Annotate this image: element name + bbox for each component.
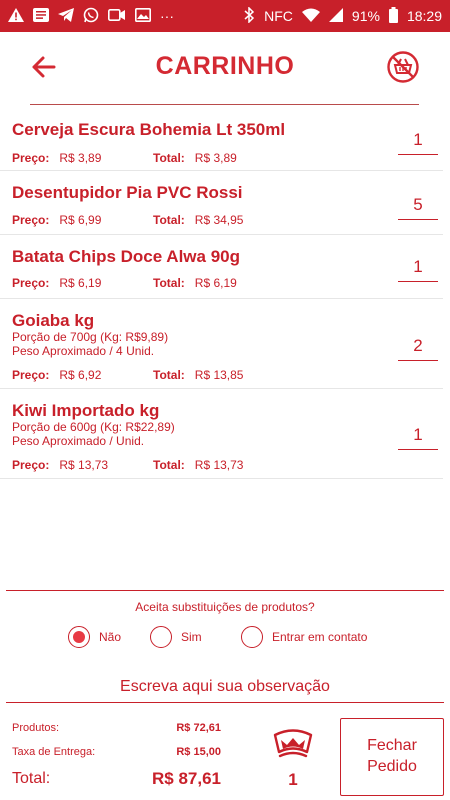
- app-header: CARRINHO: [0, 32, 450, 106]
- item-name: Cerveja Escura Bohemia Lt 350ml: [12, 120, 286, 139]
- price-row: Preço: R$ 6,92: [12, 368, 101, 382]
- price-value: R$ 6,92: [59, 368, 102, 382]
- delivery-fee-value: R$ 15,00: [176, 746, 221, 758]
- total-label: Total:: [153, 213, 185, 227]
- products-label: Produtos:: [12, 722, 60, 734]
- radio-sim[interactable]: Sim: [150, 626, 202, 648]
- bluetooth-icon: [243, 6, 255, 25]
- clear-cart-icon: [387, 51, 419, 83]
- radio-label: Não: [99, 630, 122, 644]
- cart-item[interactable]: Batata Chips Doce Alwa 90g Preço: R$ 6,19…: [0, 235, 443, 299]
- total-label: Total:: [153, 151, 185, 165]
- message-icon: [33, 8, 49, 24]
- item-name: Desentupidor Pia PVC Rossi: [12, 183, 243, 202]
- weight-note: Peso Aproximado / Unid.: [12, 434, 145, 448]
- total-row: Total: R$ 6,19: [153, 276, 237, 290]
- quantity-field[interactable]: 2: [398, 336, 438, 361]
- total-label: Total:: [12, 770, 51, 787]
- observation-field[interactable]: Escreva aqui sua observação: [0, 678, 450, 696]
- substitution-divider: [6, 590, 444, 591]
- price-label: Preço:: [12, 213, 50, 227]
- total-value: R$ 13,73: [194, 458, 244, 472]
- crown-count: 1: [288, 770, 298, 789]
- radio-circle: [241, 626, 263, 648]
- crown-icon: [272, 728, 314, 760]
- price-row: Preço: R$ 6,99: [12, 213, 101, 227]
- cart-item[interactable]: Kiwi Importado kg Porção de 600g (Kg: R$…: [0, 389, 443, 479]
- price-label: Preço:: [12, 458, 50, 472]
- video-icon: [108, 8, 126, 24]
- battery-icon: [388, 7, 398, 25]
- price-row: Preço: R$ 13,73: [12, 458, 108, 472]
- cart-item[interactable]: Cerveja Escura Bohemia Lt 350ml Preço: R$…: [0, 108, 443, 171]
- substitution-radio-group: Não Sim Entrar em contato: [0, 626, 450, 652]
- warning-icon: [8, 8, 24, 24]
- radio-entrar-em-contato[interactable]: Entrar em contato: [241, 626, 367, 648]
- total-value: R$ 3,89: [194, 151, 237, 165]
- total-label: Total:: [153, 458, 185, 472]
- price-value: R$ 3,89: [59, 151, 102, 165]
- radio-circle: [150, 626, 172, 648]
- price-label: Preço:: [12, 276, 50, 290]
- cart-item[interactable]: Desentupidor Pia PVC Rossi Preço: R$ 6,99…: [0, 171, 443, 235]
- close-order-button[interactable]: Fechar Pedido: [340, 718, 444, 796]
- radio-nao[interactable]: Não: [68, 626, 121, 648]
- weight-note: Peso Aproximado / 4 Unid.: [12, 344, 155, 358]
- total-value: R$ 34,95: [194, 213, 244, 227]
- total-value: R$ 6,19: [194, 276, 237, 290]
- close-order-line1: Fechar: [367, 737, 417, 755]
- total-label: Total:: [153, 276, 185, 290]
- image-icon: [135, 8, 151, 24]
- observation-underline: [6, 702, 444, 703]
- portion-note: Porção de 700g (Kg: R$9,89): [12, 330, 169, 344]
- item-name: Kiwi Importado kg: [12, 401, 160, 420]
- clock: 18:29: [406, 8, 442, 24]
- battery-percent: 91%: [351, 8, 380, 24]
- portion-note: Porção de 600g (Kg: R$22,89): [12, 420, 175, 434]
- price-value: R$ 13,73: [59, 458, 109, 472]
- total-value: R$ 87,61: [152, 769, 221, 788]
- total-row: Total: R$ 34,95: [153, 213, 243, 227]
- total-value: R$ 13,85: [194, 368, 244, 382]
- status-bar: ··· NFC 91% 18:29: [0, 0, 450, 32]
- delivery-fee-label: Taxa de Entrega:: [12, 746, 96, 758]
- products-value: R$ 72,61: [176, 722, 221, 734]
- price-row: Preço: R$ 3,89: [12, 151, 101, 165]
- nfc-icon: NFC: [264, 8, 293, 24]
- close-order-line2: Pedido: [367, 758, 417, 775]
- price-label: Preço:: [12, 151, 50, 165]
- substitution-question: Aceita substituições de produtos?: [135, 600, 315, 614]
- telegram-icon: [58, 8, 74, 24]
- cart-item[interactable]: Goiaba kg Porção de 700g (Kg: R$9,89) Pe…: [0, 299, 443, 389]
- radio-label: Sim: [181, 630, 202, 644]
- radio-label: Entrar em contato: [272, 630, 368, 644]
- quantity-field[interactable]: 1: [398, 425, 438, 450]
- signal-icon: [328, 8, 343, 24]
- cart-items-list: Cerveja Escura Bohemia Lt 350ml Preço: R$…: [0, 108, 450, 479]
- total-row: Total: R$ 3,89: [153, 151, 237, 165]
- quantity-field[interactable]: 1: [398, 130, 438, 155]
- wifi-icon: [301, 8, 320, 24]
- price-row: Preço: R$ 6,19: [12, 276, 101, 290]
- whatsapp-icon: [83, 7, 99, 25]
- total-label: Total:: [153, 368, 185, 382]
- price-value: R$ 6,99: [59, 213, 102, 227]
- header-divider: [30, 104, 419, 105]
- page-title: CARRINHO: [155, 52, 295, 80]
- total-row: Total: R$ 13,85: [153, 368, 243, 382]
- close-order-label: Fechar Pedido: [367, 736, 417, 778]
- item-name: Goiaba kg: [12, 311, 95, 330]
- price-label: Preço:: [12, 368, 50, 382]
- radio-selected-dot: [73, 631, 85, 643]
- clear-cart-button[interactable]: [386, 50, 420, 84]
- price-value: R$ 6,19: [59, 276, 102, 290]
- total-row: Total: R$ 13,73: [153, 458, 243, 472]
- more-notifications-icon: ···: [160, 8, 174, 24]
- item-name: Batata Chips Doce Alwa 90g: [12, 247, 240, 266]
- quantity-field[interactable]: 5: [398, 195, 438, 220]
- quantity-field[interactable]: 1: [398, 257, 438, 282]
- radio-circle: [68, 626, 90, 648]
